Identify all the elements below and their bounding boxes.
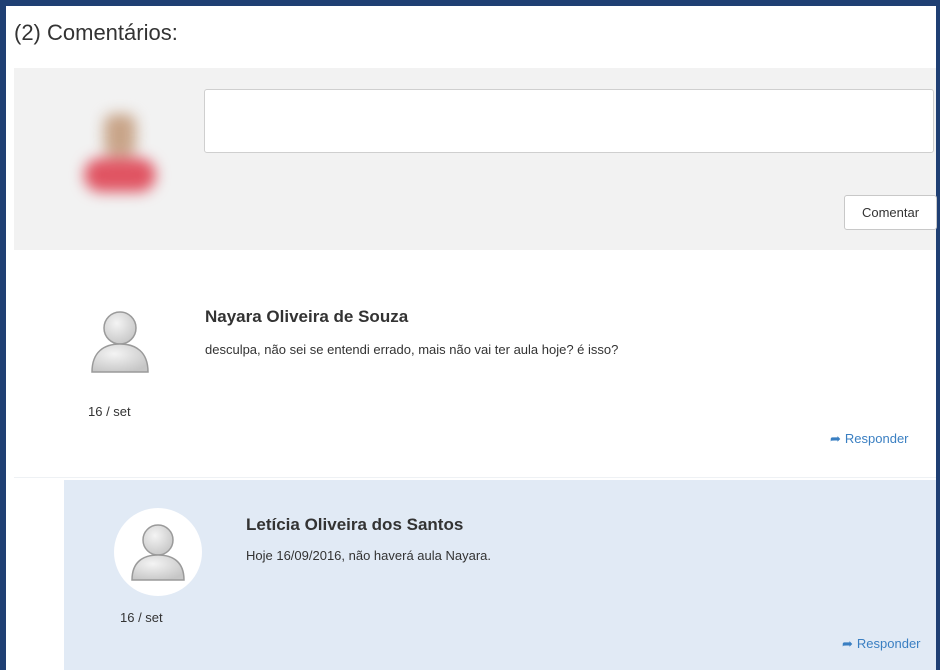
comment-compose-box: Comentar (14, 68, 937, 250)
current-user-avatar (70, 88, 170, 228)
reply-label: Responder (856, 636, 921, 651)
window-frame-top (0, 0, 940, 6)
reply-arrow-icon: ➦ (842, 636, 853, 651)
comment-date: 16 / set (120, 610, 163, 625)
comment-item: 16 / set Nayara Oliveira de Souza descul… (6, 250, 936, 478)
comment-divider (14, 477, 936, 478)
reply-comment-item: 16 / set Letícia Oliveira dos Santos Hoj… (64, 480, 936, 670)
comment-date: 16 / set (88, 404, 131, 419)
comment-text: desculpa, não sei se entendi errado, mai… (205, 342, 619, 357)
reply-link[interactable]: ➦ Responder (830, 431, 909, 447)
reply-arrow-icon: ➦ (830, 431, 841, 446)
window-frame-right (936, 0, 940, 670)
default-user-icon (118, 512, 198, 592)
comment-submit-button[interactable]: Comentar (844, 195, 937, 230)
reply-label: Responder (844, 431, 909, 446)
comment-author: Nayara Oliveira de Souza (205, 307, 409, 326)
reply-indent (6, 478, 64, 670)
comment-author: Letícia Oliveira dos Santos (246, 515, 464, 534)
default-user-icon (80, 302, 160, 382)
comment-input[interactable] (204, 89, 934, 153)
reply-link[interactable]: ➦ Responder (842, 636, 921, 652)
comments-section-title: (2) Comentários: (14, 20, 178, 45)
comment-text: Hoje 16/09/2016, não haverá aula Nayara. (246, 548, 492, 563)
